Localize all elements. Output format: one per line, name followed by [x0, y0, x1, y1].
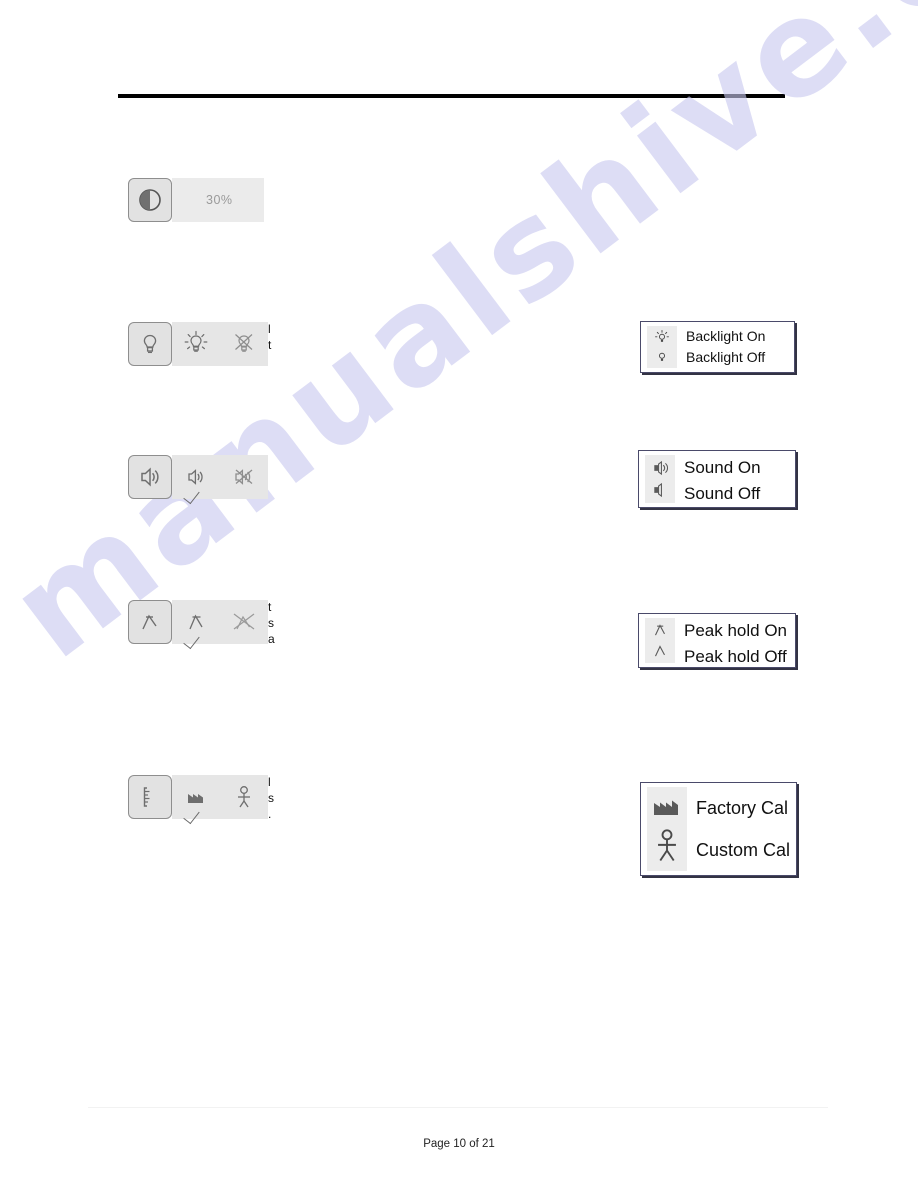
tray-item-backlight-on[interactable] — [172, 322, 220, 366]
document-page: manualshive.com 30% l t t s a l s . Back… — [0, 0, 918, 1188]
peak-hold-button[interactable] — [128, 600, 172, 644]
footer-rule — [88, 1107, 828, 1108]
peak-hold-widget[interactable]: t s a — [128, 600, 275, 644]
lightbulb-off-icon — [653, 348, 671, 366]
brightness-widget[interactable]: 30% — [128, 178, 264, 222]
calibration-widget[interactable]: l s . — [128, 775, 274, 819]
callout-label-backlight-on: Backlight On — [686, 328, 766, 345]
clipped-text-fragment: l s . — [268, 775, 274, 819]
callout-label-custom-cal: Custom Cal — [696, 839, 791, 860]
peak-hold-off-icon — [651, 642, 669, 660]
callout-label-peak-hold-off: Peak hold Off — [684, 646, 787, 666]
tray-item-custom-cal[interactable] — [220, 775, 268, 819]
clipped-text-fragment: l t — [268, 322, 272, 352]
callout-label-peak-hold-on: Peak hold On — [684, 621, 788, 640]
speaker-icon — [136, 463, 164, 491]
callout-calibration-icons — [647, 787, 687, 871]
callout-sound: Sound On Sound Off — [638, 450, 796, 508]
contrast-icon — [137, 187, 163, 213]
page-footer: Page 10 of 21 — [423, 1138, 495, 1150]
callout-peak-hold: Peak hold On Peak hold Off — [638, 613, 796, 668]
callout-backlight-labels: Backlight On Backlight Off — [677, 326, 788, 368]
tray-item-factory-cal[interactable] — [172, 775, 220, 819]
peak-hold-on-icon — [651, 621, 669, 639]
backlight-widget[interactable]: l t — [128, 322, 271, 366]
callout-sound-icons — [645, 455, 675, 503]
brightness-value-field[interactable]: 30% — [172, 178, 264, 222]
header-rule — [118, 94, 785, 98]
sound-off-icon — [650, 481, 670, 499]
callout-label-backlight-off: Backlight Off — [686, 349, 766, 366]
lightbulb-on-icon — [653, 329, 671, 347]
callout-peak-hold-icons — [645, 618, 675, 663]
peak-hold-options-tray[interactable]: t s a — [172, 600, 275, 644]
brightness-value: 30% — [206, 193, 233, 207]
callout-calibration: Factory Cal Custom Cal — [640, 782, 797, 876]
peak-hold-icon — [137, 609, 163, 635]
callout-peak-hold-labels: Peak hold On Peak hold Off — [675, 618, 789, 666]
lightbulb-off-icon — [229, 329, 259, 359]
peak-hold-off-icon — [228, 608, 260, 636]
calibration-options-tray[interactable]: l s . — [172, 775, 274, 819]
callout-backlight: Backlight On Backlight Off — [640, 321, 795, 373]
sound-muted-icon — [229, 463, 259, 491]
tray-item-backlight-off[interactable] — [220, 322, 268, 366]
factory-icon — [650, 793, 684, 819]
callout-label-sound-off: Sound Off — [684, 483, 761, 503]
backlight-button[interactable] — [128, 322, 172, 366]
clipped-text-fragment: t s a — [268, 600, 275, 644]
tray-item-sound-on[interactable] — [172, 455, 220, 499]
callout-label-sound-on: Sound On — [684, 458, 761, 477]
calibration-scale-icon — [138, 784, 162, 810]
callout-label-factory-cal: Factory Cal — [696, 797, 789, 818]
sound-button[interactable] — [128, 455, 172, 499]
sound-on-icon — [182, 463, 210, 491]
callout-sound-labels: Sound On Sound Off — [675, 455, 789, 503]
tray-item-peak-hold-on[interactable] — [172, 600, 220, 644]
callout-calibration-labels: Factory Cal Custom Cal — [687, 787, 790, 871]
person-icon — [652, 827, 682, 865]
calibration-button[interactable] — [128, 775, 172, 819]
tray-item-peak-hold-off[interactable] — [220, 600, 268, 644]
sound-on-icon — [650, 459, 670, 477]
lightbulb-on-icon — [181, 329, 211, 359]
factory-icon — [182, 785, 210, 809]
tray-item-sound-muted[interactable] — [220, 455, 268, 499]
person-icon — [231, 783, 257, 811]
peak-hold-on-icon — [182, 608, 210, 636]
sound-widget[interactable] — [128, 455, 268, 499]
callout-backlight-icons — [647, 326, 677, 368]
backlight-options-tray[interactable]: l t — [172, 322, 271, 366]
brightness-button[interactable] — [128, 178, 172, 222]
lightbulb-icon — [137, 331, 163, 357]
sound-options-tray[interactable] — [172, 455, 268, 499]
